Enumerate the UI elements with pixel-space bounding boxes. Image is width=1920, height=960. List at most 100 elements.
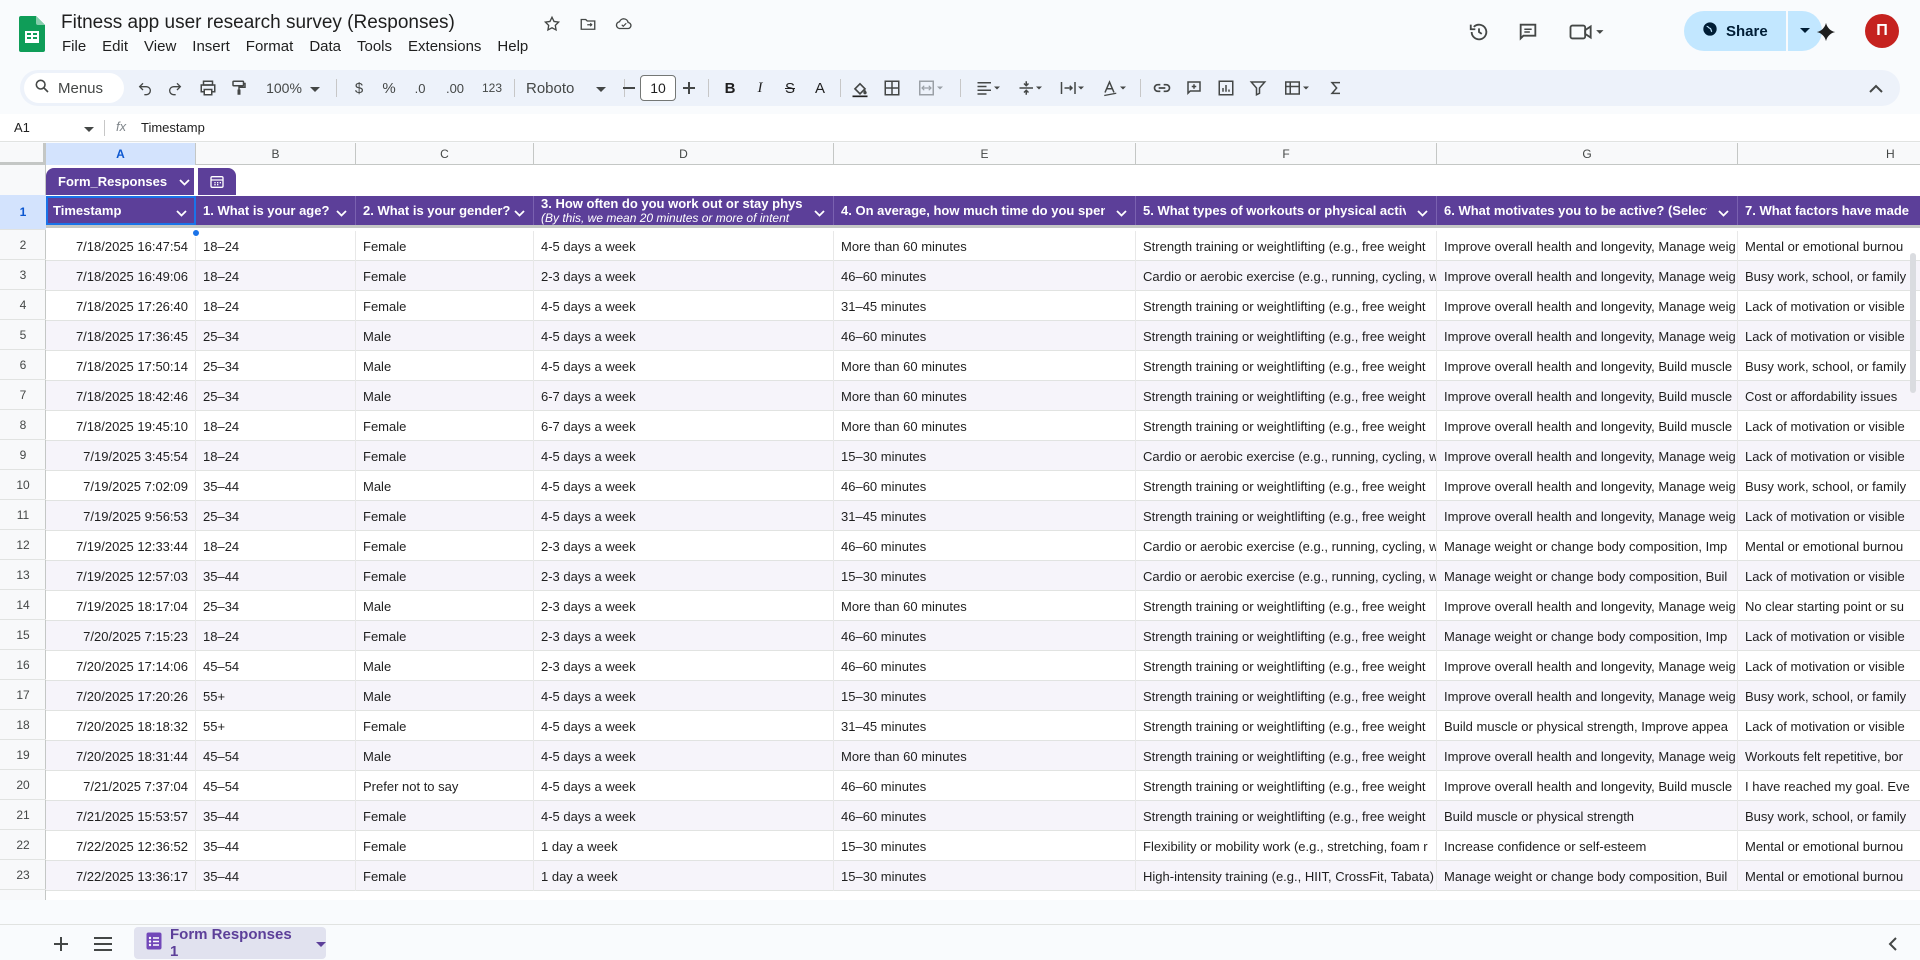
table-cell[interactable]: Strength training or weightlifting (e.g.… [1136, 621, 1437, 651]
header-cell-motivation[interactable]: 6. What motivates you to be active? (Sel… [1437, 196, 1738, 225]
table-cell[interactable]: Female [356, 411, 534, 441]
table-cell[interactable]: Lack of motivation or visible [1738, 291, 1920, 321]
column-header-g[interactable]: G [1437, 143, 1738, 165]
table-cell[interactable]: Prefer not to say [356, 771, 534, 801]
table-cell[interactable]: More than 60 minutes [834, 381, 1136, 411]
insert-chart-icon[interactable] [1212, 70, 1240, 106]
table-cell[interactable]: Lack of motivation or visible [1738, 651, 1920, 681]
table-cell[interactable]: 7/19/2025 3:45:54 [46, 441, 196, 471]
table-cell[interactable]: Improve overall health and longevity, Ma… [1437, 291, 1738, 321]
menu-file[interactable]: File [54, 37, 94, 57]
table-views-icon[interactable] [1276, 70, 1318, 106]
comments-icon[interactable] [1515, 19, 1541, 45]
table-cell[interactable]: 7/18/2025 17:36:45 [46, 321, 196, 351]
table-cell[interactable]: More than 60 minutes [834, 231, 1136, 261]
table-cell[interactable]: 7/19/2025 12:33:44 [46, 531, 196, 561]
table-cell[interactable]: 7/19/2025 12:57:03 [46, 561, 196, 591]
row-number[interactable]: 12 [0, 530, 46, 560]
table-cell[interactable]: 7/21/2025 7:37:04 [46, 771, 196, 801]
text-rotation-icon[interactable] [1094, 70, 1134, 106]
row-number[interactable]: 6 [0, 350, 46, 380]
table-cell[interactable]: Mental or emotional burnou [1738, 531, 1920, 561]
paint-format-icon[interactable] [226, 70, 252, 106]
collapse-toolbar-chevron-up-icon[interactable] [1862, 70, 1890, 106]
menu-insert[interactable]: Insert [184, 37, 238, 57]
table-cell[interactable]: Strength training or weightlifting (e.g.… [1136, 381, 1437, 411]
table-cell[interactable]: Busy work, school, or family [1738, 351, 1920, 381]
table-cell[interactable]: 15–30 minutes [834, 441, 1136, 471]
table-cell[interactable]: 25–34 [196, 591, 356, 621]
table-cell[interactable]: 18–24 [196, 531, 356, 561]
table-cell[interactable]: 4-5 days a week [534, 351, 834, 381]
row-number[interactable]: 2 [0, 230, 46, 260]
table-cell[interactable]: Lack of motivation or visible [1738, 321, 1920, 351]
header-cell-factors[interactable]: 7. What factors have made [1738, 196, 1920, 225]
zoom-select[interactable]: 100% [258, 70, 328, 106]
table-cell[interactable]: Female [356, 291, 534, 321]
table-cell[interactable]: 18–24 [196, 621, 356, 651]
table-cell[interactable]: 4-5 days a week [534, 681, 834, 711]
table-cell[interactable]: 7/18/2025 18:42:46 [46, 381, 196, 411]
table-cell[interactable]: Mental or emotional burnou [1738, 231, 1920, 261]
table-cell[interactable]: Busy work, school, or family [1738, 261, 1920, 291]
table-cell[interactable]: Improve overall health and longevity, Ma… [1437, 231, 1738, 261]
table-cell[interactable]: Female [356, 441, 534, 471]
table-cell[interactable]: Strength training or weightlifting (e.g.… [1136, 651, 1437, 681]
increase-font-size-icon[interactable] [678, 70, 700, 106]
table-cell[interactable]: 2-3 days a week [534, 621, 834, 651]
table-cell[interactable]: High-intensity training (e.g., HIIT, Cro… [1136, 861, 1437, 891]
table-cell[interactable]: 46–60 minutes [834, 321, 1136, 351]
move-folder-icon[interactable] [577, 13, 599, 35]
table-cell[interactable]: 4-5 days a week [534, 711, 834, 741]
table-cell[interactable]: Strength training or weightlifting (e.g.… [1136, 321, 1437, 351]
text-color-button[interactable]: A [806, 70, 834, 106]
table-cell[interactable]: Strength training or weightlifting (e.g.… [1136, 501, 1437, 531]
avatar[interactable]: Π [1865, 14, 1899, 48]
table-cell[interactable]: More than 60 minutes [834, 591, 1136, 621]
row-number[interactable]: 20 [0, 770, 46, 800]
chevron-down-icon[interactable] [316, 935, 326, 952]
header-cell-duration[interactable]: 4. On average, how much time do you spen… [834, 196, 1136, 225]
table-cell[interactable]: 4-5 days a week [534, 321, 834, 351]
row-number[interactable]: 14 [0, 590, 46, 620]
table-cell[interactable]: Male [356, 651, 534, 681]
column-header-b[interactable]: B [196, 143, 356, 165]
table-cell[interactable]: Improve overall health and longevity, Ma… [1437, 651, 1738, 681]
table-cell[interactable]: Improve overall health and longevity, Ma… [1437, 681, 1738, 711]
table-cell[interactable]: Improve overall health and longevity, Ma… [1437, 261, 1738, 291]
table-cell[interactable]: 15–30 minutes [834, 681, 1136, 711]
table-cell[interactable]: 2-3 days a week [534, 531, 834, 561]
table-cell[interactable]: Strength training or weightlifting (e.g.… [1136, 231, 1437, 261]
table-cell[interactable]: 31–45 minutes [834, 291, 1136, 321]
menu-extensions[interactable]: Extensions [400, 37, 489, 57]
menu-data[interactable]: Data [301, 37, 349, 57]
table-cell[interactable]: 45–54 [196, 741, 356, 771]
text-wrapping-icon[interactable] [1052, 70, 1092, 106]
table-cell[interactable]: Female [356, 861, 534, 891]
table-cell[interactable]: Improve overall health and longevity, Ma… [1437, 471, 1738, 501]
header-cell-timestamp[interactable]: Timestamp [46, 196, 196, 225]
table-cell[interactable]: Improve overall health and longevity, Ma… [1437, 501, 1738, 531]
table-cell[interactable]: 46–60 minutes [834, 771, 1136, 801]
star-icon[interactable] [541, 13, 563, 35]
table-cell[interactable]: 7/20/2025 18:18:32 [46, 711, 196, 741]
undo-icon[interactable] [132, 70, 158, 106]
table-cell[interactable]: 18–24 [196, 441, 356, 471]
gemini-sparkle-icon[interactable] [1813, 19, 1839, 45]
table-cell[interactable]: 25–34 [196, 381, 356, 411]
percent-format-button[interactable]: % [376, 70, 402, 106]
table-cell[interactable]: 18–24 [196, 411, 356, 441]
row-number[interactable]: 5 [0, 320, 46, 350]
chevron-down-icon[interactable] [1116, 205, 1127, 220]
print-icon[interactable] [194, 70, 222, 106]
table-cell[interactable]: 35–44 [196, 801, 356, 831]
table-cell[interactable]: 15–30 minutes [834, 561, 1136, 591]
strikethrough-button[interactable]: S [776, 70, 804, 106]
table-cell[interactable]: 2-3 days a week [534, 261, 834, 291]
table-cell[interactable]: 15–30 minutes [834, 861, 1136, 891]
menu-tools[interactable]: Tools [349, 37, 400, 57]
table-cell[interactable]: 1 day a week [534, 861, 834, 891]
table-cell[interactable]: 35–44 [196, 861, 356, 891]
formula-input[interactable]: Timestamp [141, 120, 205, 135]
row-number[interactable]: 15 [0, 620, 46, 650]
